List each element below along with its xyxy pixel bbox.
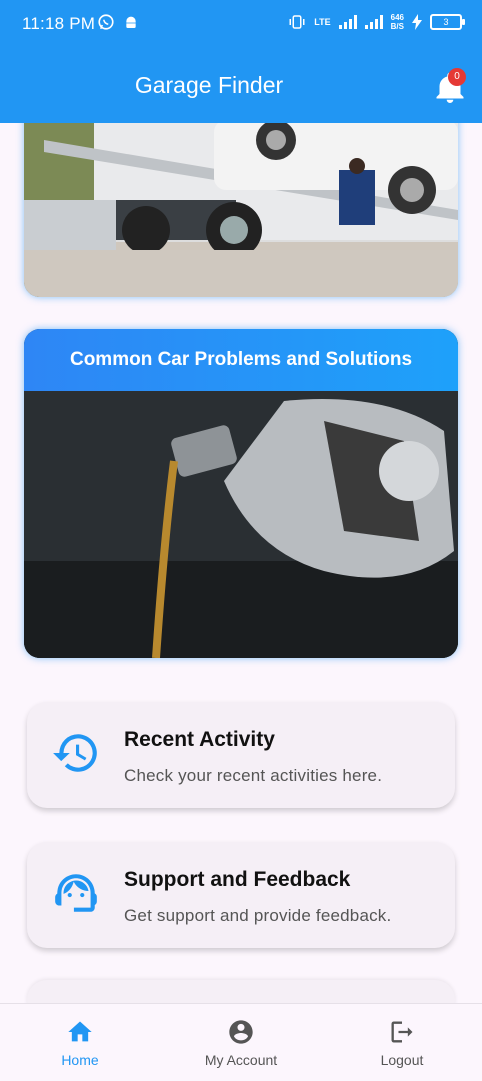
battery-icon: 3 — [430, 14, 465, 30]
nav-my-account-label: My Account — [204, 1052, 278, 1068]
support-feedback-subtitle: Get support and provide feedback. — [124, 906, 392, 925]
car-problems-card[interactable]: Common Car Problems and Solutions — [24, 329, 458, 658]
signal-icon — [338, 15, 357, 29]
recent-activity-title: Recent Activity — [124, 728, 275, 751]
tow-truck-photo — [24, 100, 458, 297]
android-icon — [126, 16, 136, 28]
tow-service-card[interactable] — [24, 100, 458, 297]
notification-badge: 0 — [448, 68, 466, 86]
nav-logout-label: Logout — [380, 1052, 424, 1068]
page-title: Garage Finder — [134, 72, 284, 98]
bottom-navigation: Home My Account Logout — [0, 1003, 482, 1081]
account-icon — [229, 1020, 253, 1044]
oil-bottle-illustration — [24, 391, 458, 658]
nav-my-account[interactable]: My Account — [161, 1004, 321, 1081]
engine-oil-pour-photo — [24, 391, 458, 658]
home-icon — [68, 1021, 92, 1042]
logout-icon — [391, 1021, 413, 1043]
support-feedback-card[interactable]: Support and Feedback Get support and pro… — [27, 842, 455, 948]
nav-logout[interactable]: Logout — [322, 1004, 482, 1081]
history-icon — [53, 734, 97, 772]
tow-truck-illustration — [24, 100, 458, 297]
network-type: LTE — [314, 17, 331, 27]
car-problems-title: Common Car Problems and Solutions — [24, 329, 458, 391]
signal-icon-2 — [364, 15, 383, 29]
status-bar: 11:18 PM LTE 646 B/S 3 — [0, 0, 482, 48]
app-bar: 11:18 PM LTE 646 B/S 3 Garage Finder 0 — [0, 0, 482, 123]
nav-home[interactable]: Home — [0, 1004, 160, 1081]
support-feedback-title: Support and Feedback — [124, 868, 351, 891]
charging-icon — [412, 14, 422, 30]
whatsapp-icon — [98, 14, 114, 30]
nav-home-label: Home — [61, 1052, 99, 1068]
vibrate-icon — [289, 15, 305, 29]
recent-activity-card[interactable]: Recent Activity Check your recent activi… — [27, 702, 455, 808]
status-time: 11:18 PM — [22, 14, 96, 33]
net-speed: 646 B/S — [390, 13, 404, 31]
support-agent-icon — [55, 874, 97, 912]
recent-activity-subtitle: Check your recent activities here. — [124, 766, 383, 785]
